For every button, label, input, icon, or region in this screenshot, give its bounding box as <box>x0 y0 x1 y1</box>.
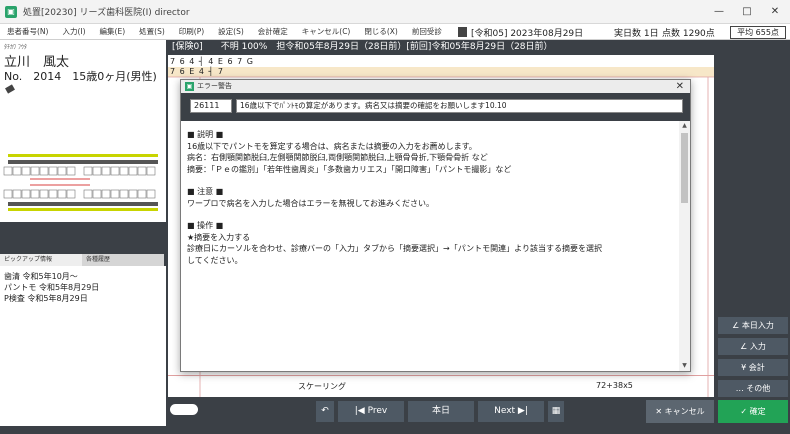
menu-print[interactable]: 印刷(P) <box>172 26 211 37</box>
pickup-item: 歯清 令和5年10月～ <box>4 272 78 281</box>
menu-procedure[interactable]: 処置(S) <box>132 26 172 37</box>
menu-input[interactable]: 入力(I) <box>55 26 92 37</box>
body-line: してください。 <box>187 255 243 265</box>
dialog-titlebar: エラー警告 <box>181 80 690 93</box>
patient-info: No. 2014 15歳0ヶ月(男性) <box>4 70 157 83</box>
menu-cancel[interactable]: キャンセル(C) <box>295 26 358 37</box>
body-gap <box>187 175 673 186</box>
calendar-icon <box>458 27 467 37</box>
average-points: 平均 655点 <box>730 26 786 39</box>
calculator-button[interactable]: ▦ <box>548 401 564 422</box>
menu-close[interactable]: 閉じる(X) <box>357 26 405 37</box>
window-title: 処置[20230] リーズ歯科医院(I) director <box>23 8 190 18</box>
body-line: 摘要：「Ｐｅの鑑別」「若年性歯周炎」「多数歯カリエス」「開口障害」「パントモ撮影… <box>187 164 512 174</box>
patient-kana: ﾀﾁｶﾜ ﾌｳﾀ <box>4 44 27 51</box>
input-button[interactable]: ∠ 入力 <box>718 338 788 355</box>
menu-patient-number[interactable]: 患者番号(N) <box>0 26 55 37</box>
scroll-up-icon[interactable]: ▲ <box>679 121 690 131</box>
visit-date-text: [令和05] 2023年08月29日 <box>471 28 584 39</box>
menu-settings[interactable]: 設定(S) <box>211 26 251 37</box>
dialog-title: エラー警告 <box>197 82 232 90</box>
body-gap <box>187 209 673 220</box>
memo-pill[interactable] <box>170 404 198 415</box>
app-icon: ▣ <box>5 5 17 18</box>
body-line: 診療日にカーソルを合わせ、診療バーの「入力」タブから「摘要選択」→「パントモ関連… <box>187 244 602 253</box>
pickup-item: P検査 令和5年8月29日 <box>4 294 88 303</box>
body-line: ★摘要を入力する <box>187 232 251 242</box>
dialog-body: ■ 説明 ■ 16歳以下でパントモを算定する場合は、病名または摘要の入力をお薦め… <box>181 121 679 371</box>
info-tabs: ピックアップ情報 各種履歴 <box>0 254 166 266</box>
menu-billing-confirm[interactable]: 会計確定 <box>251 26 295 37</box>
body-line: 病名：右側顎関節脱臼,左側顎関節脱臼,両側顎関節脱臼,上顎骨骨折,下顎骨骨折 な… <box>187 153 488 162</box>
body-line: ■ 説明 ■ <box>187 130 224 139</box>
record-row[interactable]: スケーリング 72+38x5 <box>168 375 714 395</box>
dental-chart-graphic <box>3 154 158 211</box>
record-label: スケーリング <box>298 382 346 391</box>
prev-button[interactable]: |◀ Prev <box>338 401 404 422</box>
tab-pickup[interactable]: ピックアップ情報 <box>0 254 82 266</box>
billing-button[interactable]: ¥ 会計 <box>718 359 788 376</box>
points-total: 点数 1290点 <box>662 28 715 39</box>
error-code: 26111 <box>190 99 232 113</box>
cancel-button[interactable]: ✕ キャンセル <box>646 400 714 423</box>
menu-last-visit[interactable]: 前回受診 <box>405 26 449 37</box>
menu-edit[interactable]: 編集(E) <box>93 26 133 37</box>
insurance-info: [保険0] 不明 100% 担令和05年8月29日（28日前）[前回]令和05年… <box>168 40 714 55</box>
body-line: ■ 注意 ■ <box>187 187 224 196</box>
body-line: ワープロで病名を入力した場合はエラーを無視してお進みください。 <box>187 198 435 208</box>
tab-spacer <box>164 254 166 266</box>
dental-chart[interactable] <box>0 140 166 222</box>
visit-days: 実日数 1日 <box>614 28 659 39</box>
confirm-button[interactable]: ✓ 確定 <box>718 400 788 423</box>
body-line: ■ 操作 ■ <box>187 221 224 230</box>
record-value: 72+38x5 <box>596 381 633 390</box>
error-dialog: エラー警告 ▣ ✕ 26111 16歳以下でﾊﾟﾝﾄﾓの算定があります。病名又は… <box>180 79 691 372</box>
close-window-button[interactable]: ✕ <box>756 0 790 24</box>
error-message: 16歳以下でﾊﾟﾝﾄﾓの算定があります。病名又は摘要の確認をお願いします10.1… <box>236 99 683 113</box>
visit-date: [令和05] 2023年08月29日 <box>458 24 583 40</box>
left-spacer <box>0 222 166 254</box>
tag-icon[interactable] <box>5 84 15 94</box>
dialog-scrollbar[interactable]: ▲ ▼ <box>679 121 690 371</box>
title-bar: ▣ 処置[20230] リーズ歯科医院(I) director — □ ✕ <box>0 0 790 24</box>
pickup-panel: 歯清 令和5年10月～ パントモ 令和5年8月29日 P検査 令和5年8月29日 <box>0 266 166 426</box>
other-button[interactable]: … その他 <box>718 380 788 397</box>
scroll-thumb[interactable] <box>681 133 688 203</box>
pickup-item: パントモ 令和5年8月29日 <box>4 283 100 292</box>
dialog-close-button[interactable]: ✕ <box>676 80 684 93</box>
next-button[interactable]: Next ▶| <box>478 401 544 422</box>
today-button[interactable]: 本日 <box>408 401 474 422</box>
undo-button[interactable]: ↶ <box>316 401 334 422</box>
body-line: 16歳以下でパントモを算定する場合は、病名または摘要の入力をお薦めします。 <box>187 141 477 151</box>
patient-panel: ﾀﾁｶﾜ ﾌｳﾀ 立川 風太 No. 2014 15歳0ヶ月(男性) <box>0 40 166 140</box>
tab-history[interactable]: 各種履歴 <box>82 254 164 266</box>
dialog-app-icon: ▣ <box>185 82 194 91</box>
scroll-down-icon[interactable]: ▼ <box>679 361 690 371</box>
today-input-button[interactable]: ∠ 本日入力 <box>718 317 788 334</box>
